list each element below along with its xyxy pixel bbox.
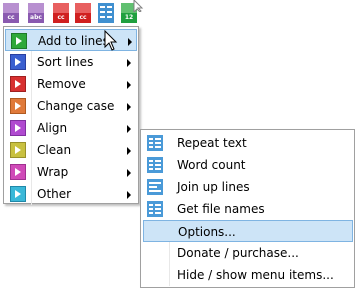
mouse-cursor-icon [104, 30, 118, 51]
menu-item-remove[interactable]: Remove [5, 73, 137, 95]
separator [169, 264, 170, 286]
menu-item-other[interactable]: Other [5, 183, 137, 205]
chevron-right-icon [127, 147, 131, 155]
menu-item-align[interactable]: Align [5, 117, 137, 139]
play-icon [10, 54, 26, 70]
menu-item-clean[interactable]: Clean [5, 139, 137, 161]
chevron-right-icon [127, 59, 131, 67]
chevron-right-icon [127, 103, 131, 111]
play-icon [11, 33, 27, 49]
separator [31, 139, 32, 161]
submenu-item-label: Get file names [177, 202, 265, 216]
abc-button-label: abc [28, 13, 44, 23]
list-icon [147, 179, 163, 195]
columns-button[interactable] [98, 3, 114, 23]
numbered-button-label: 12 [121, 13, 137, 23]
separator [31, 51, 32, 73]
play-icon [10, 186, 26, 202]
separator [31, 161, 32, 183]
list-icon [147, 201, 163, 217]
list-icon [147, 135, 163, 151]
menu-item-label: Clean [37, 143, 72, 157]
play-icon [10, 120, 26, 136]
remove-cc-button-2[interactable]: cc [75, 3, 91, 23]
submenu-item-hide-show-menu-items[interactable]: Hide / show menu items... [143, 264, 353, 286]
menu-item-label: Add to lines [38, 34, 109, 48]
chevron-right-icon [127, 169, 131, 177]
separator [31, 95, 32, 117]
submenu-item-donate-purchase[interactable]: Donate / purchase... [143, 242, 353, 264]
submenu-item-label: Word count [177, 158, 246, 172]
remove-cc-button-2-label: cc [75, 13, 91, 23]
toolbar: cc abc cc cc 12 [0, 0, 145, 26]
play-icon [10, 164, 26, 180]
submenu-item-label: Donate / purchase... [177, 246, 299, 260]
remove-cc-button[interactable]: cc [53, 3, 69, 23]
separator [31, 183, 32, 205]
submenu-item-label: Join up lines [177, 180, 250, 194]
separator [169, 242, 170, 264]
menu-item-label: Align [37, 121, 68, 135]
menu-item-sort-lines[interactable]: Sort lines [5, 51, 137, 73]
list-icon [147, 157, 163, 173]
cc-button-label: cc [3, 13, 19, 23]
menu-item-label: Remove [37, 77, 86, 91]
separator [31, 117, 32, 139]
submenu-item-label: Hide / show menu items... [177, 268, 334, 282]
abc-button[interactable]: abc [28, 3, 44, 23]
play-icon [10, 98, 26, 114]
sub-menu: Repeat text Word count Join up lines Get… [140, 129, 355, 288]
chevron-right-icon [128, 38, 132, 46]
submenu-item-repeat-text[interactable]: Repeat text [143, 132, 353, 154]
columns-icon [98, 3, 114, 23]
cc-button[interactable]: cc [3, 3, 19, 23]
menu-item-wrap[interactable]: Wrap [5, 161, 137, 183]
chevron-right-icon [127, 191, 131, 199]
menu-item-label: Change case [37, 99, 115, 113]
remove-cc-button-label: cc [53, 13, 69, 23]
submenu-item-label: Repeat text [177, 136, 247, 150]
partial-cursor-icon [133, 0, 144, 12]
submenu-item-word-count[interactable]: Word count [143, 154, 353, 176]
submenu-item-get-file-names[interactable]: Get file names [143, 198, 353, 220]
menu-item-change-case[interactable]: Change case [5, 95, 137, 117]
submenu-item-join-up-lines[interactable]: Join up lines [143, 176, 353, 198]
menu-item-label: Sort lines [37, 55, 94, 69]
chevron-right-icon [127, 125, 131, 133]
main-menu: Add to lines Sort lines Remove Change ca… [3, 26, 139, 205]
separator [31, 73, 32, 95]
menu-item-label: Wrap [37, 165, 69, 179]
play-icon [10, 76, 26, 92]
menu-item-label: Other [37, 187, 72, 201]
submenu-item-options[interactable]: Options... [143, 220, 353, 242]
chevron-right-icon [127, 81, 131, 89]
play-icon [10, 142, 26, 158]
submenu-item-label: Options... [178, 225, 236, 239]
